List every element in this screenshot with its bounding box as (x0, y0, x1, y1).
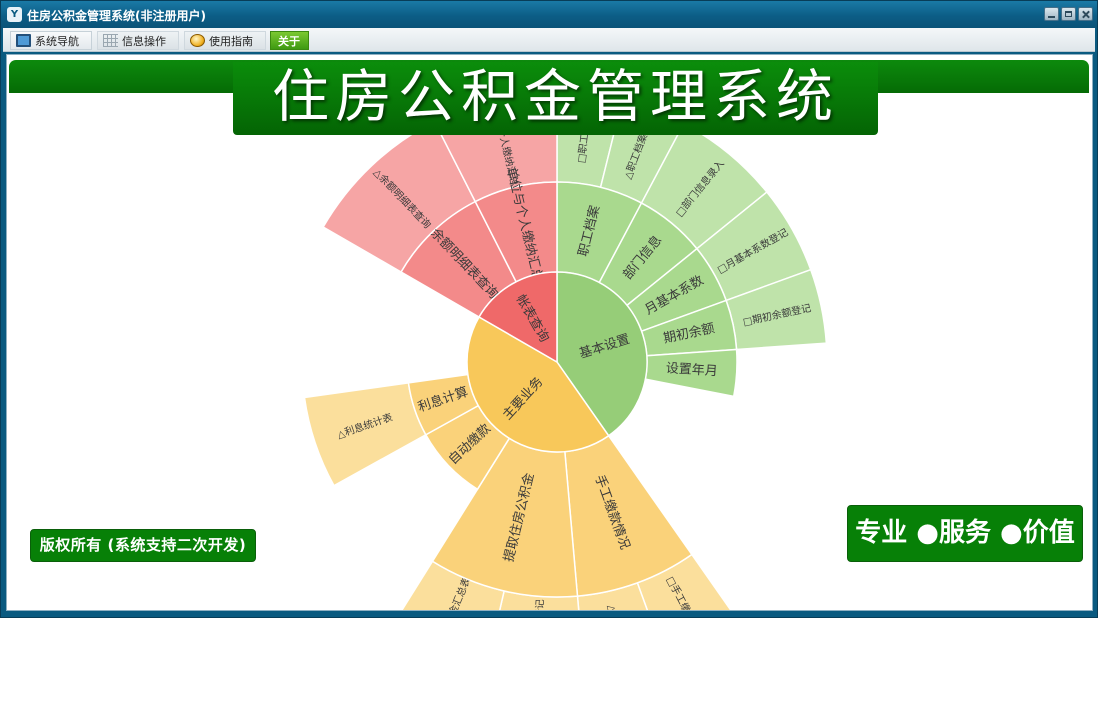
monitor-icon (16, 34, 31, 47)
close-button[interactable] (1078, 7, 1093, 21)
sunburst-leaf-1-3-0[interactable] (303, 382, 427, 487)
menu-system-nav[interactable]: 系统导航 (10, 31, 92, 50)
menu-user-guide-label: 使用指南 (209, 35, 253, 48)
help-icon (190, 34, 205, 47)
menu-info-ops[interactable]: 信息操作 (97, 31, 179, 50)
slogan-badge: 专业 ●服务 ●价值 (847, 505, 1083, 562)
window-title: 住房公积金管理系统(非注册用户) (27, 9, 206, 23)
menu-about-label: 关于 (278, 35, 300, 48)
menu-bar: 系统导航 信息操作 使用指南 关于 (3, 28, 1095, 52)
copyright-notice: 版权所有 (系统支持二次开发) (30, 529, 256, 562)
app-window: Y 住房公积金管理系统(非注册用户) 系统导航 信息操作 使用指南 关于 □职工… (0, 0, 1098, 618)
menu-system-nav-label: 系统导航 (35, 35, 79, 48)
maximize-icon (1065, 11, 1072, 17)
menu-user-guide[interactable]: 使用指南 (184, 31, 266, 50)
grid-icon (103, 34, 118, 47)
maximize-button[interactable] (1061, 7, 1076, 21)
system-title-banner: 住房公积金管理系统 (233, 62, 878, 135)
title-bar[interactable]: Y 住房公积金管理系统(非注册用户) (1, 1, 1097, 28)
minimize-icon (1048, 16, 1055, 18)
menu-info-ops-label: 信息操作 (122, 35, 166, 48)
app-logo-icon: Y (7, 7, 22, 22)
sunburst-branch-label-0-4: 设置年月 (665, 361, 718, 379)
minimize-button[interactable] (1044, 7, 1059, 21)
main-content: □职工档...△职工档案...□部门信息录入□月基本系数登记□期初余额登记□手工… (6, 54, 1093, 611)
menu-about[interactable]: 关于 (270, 31, 309, 50)
